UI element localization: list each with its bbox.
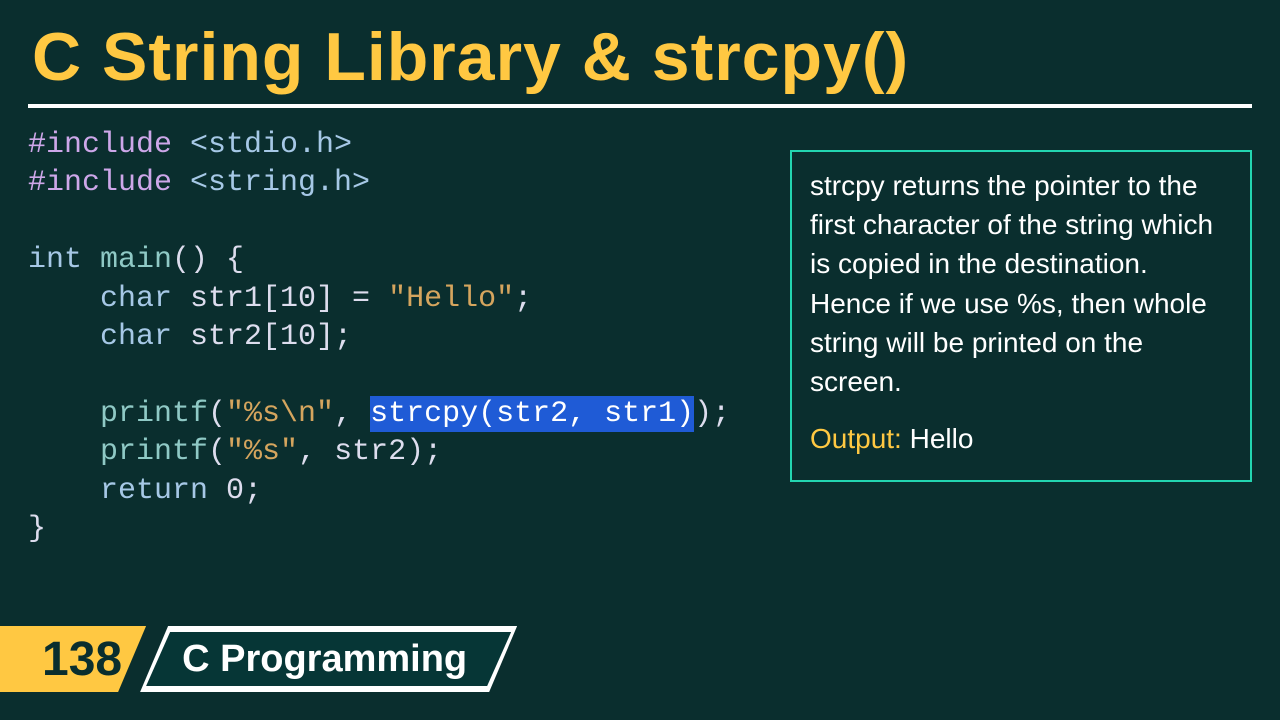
output-label: Output:: [810, 423, 902, 454]
output-value: Hello: [902, 423, 974, 454]
code-text: () {: [172, 243, 244, 277]
keyword: int: [28, 243, 82, 277]
code-text: ,: [334, 397, 370, 431]
keyword: char: [28, 282, 172, 316]
topic-chip: C Programming: [146, 632, 511, 686]
code-text: (: [208, 397, 226, 431]
explanation-text: strcpy returns the pointer to the first …: [810, 166, 1232, 401]
code-text: str1[10] =: [172, 282, 388, 316]
title-underline: [28, 104, 1252, 108]
preproc: #include: [28, 128, 172, 162]
code-text: ;: [514, 282, 532, 316]
code-text: }: [28, 512, 46, 546]
footer-bar: 138 C Programming: [0, 626, 517, 692]
code-text: (: [208, 435, 226, 469]
slide-number: 138: [0, 626, 146, 692]
code-block: #include <stdio.h> #include <string.h> i…: [28, 126, 730, 548]
topic-chip-outer: C Programming: [140, 626, 517, 692]
slide-title: C String Library & strcpy(): [0, 0, 1280, 104]
code-text: str2[10];: [172, 320, 352, 354]
code-text: );: [694, 397, 730, 431]
function-call: printf: [28, 435, 208, 469]
string-literal: "%s\n": [226, 397, 334, 431]
highlighted-call: strcpy(str2, str1): [370, 396, 694, 432]
code-text: 0;: [208, 474, 262, 508]
string-literal: "%s": [226, 435, 298, 469]
include-file: <stdio.h>: [172, 128, 352, 162]
function-call: printf: [28, 397, 208, 431]
output-line: Output: Hello: [810, 419, 1232, 458]
keyword: char: [28, 320, 172, 354]
code-text: , str2);: [298, 435, 442, 469]
keyword: return: [28, 474, 208, 508]
preproc: #include: [28, 166, 172, 200]
include-file: <string.h>: [172, 166, 370, 200]
function-name: main: [82, 243, 172, 277]
string-literal: "Hello": [388, 282, 514, 316]
explanation-box: strcpy returns the pointer to the first …: [790, 150, 1252, 482]
